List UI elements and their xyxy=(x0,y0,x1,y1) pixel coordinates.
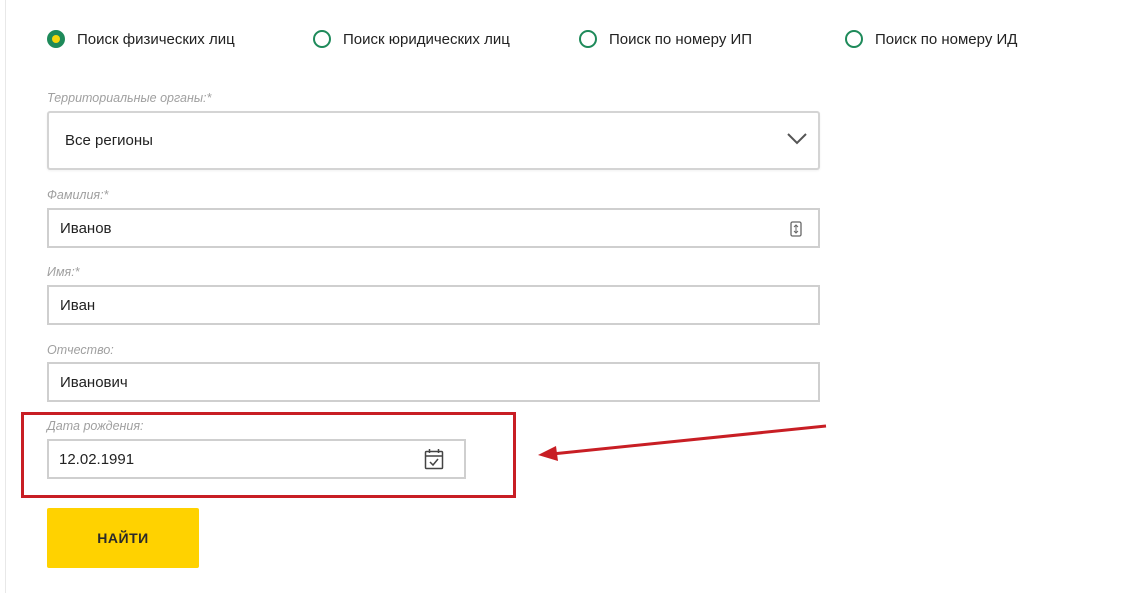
patronymic-value: Иванович xyxy=(60,373,128,391)
divider xyxy=(5,0,6,593)
radio-search-legal-entities[interactable]: Поиск юридических лиц xyxy=(313,28,510,50)
radio-label: Поиск юридических лиц xyxy=(343,30,510,48)
radio-unchecked-icon xyxy=(579,30,597,48)
first-name-value: Иван xyxy=(60,296,96,314)
calendar-icon[interactable] xyxy=(424,448,444,470)
radio-search-ip-number[interactable]: Поиск по номеру ИП xyxy=(579,28,752,50)
radio-search-individuals[interactable]: Поиск физических лиц xyxy=(47,28,235,50)
last-name-field[interactable]: Иванов xyxy=(47,208,820,248)
region-value: Все регионы xyxy=(65,132,153,149)
radio-label: Поиск по номеру ИД xyxy=(875,30,1018,48)
last-name-value: Иванов xyxy=(60,219,112,237)
birth-date-label: Дата рождения: xyxy=(47,419,144,433)
radio-unchecked-icon xyxy=(845,30,863,48)
radio-unchecked-icon xyxy=(313,30,331,48)
chevron-down-icon xyxy=(787,133,807,145)
patronymic-field[interactable]: Иванович xyxy=(47,362,820,402)
birth-date-value: 12.02.1991 xyxy=(59,450,135,468)
radio-label: Поиск по номеру ИП xyxy=(609,30,753,48)
patronymic-label: Отчество: xyxy=(47,343,114,357)
radio-search-id-number[interactable]: Поиск по номеру ИД xyxy=(845,28,1017,50)
keyboard-icon[interactable] xyxy=(790,221,802,237)
radio-checked-icon xyxy=(47,30,65,48)
first-name-label: Имя:* xyxy=(47,265,80,279)
region-label: Территориальные органы:* xyxy=(47,91,212,105)
birth-date-field[interactable]: 12.02.1991 xyxy=(47,439,466,479)
last-name-label: Фамилия:* xyxy=(47,188,109,202)
arrow-annotation xyxy=(538,424,827,461)
radio-label: Поиск физических лиц xyxy=(77,30,235,48)
search-button[interactable]: НАЙТИ xyxy=(47,508,199,568)
region-select[interactable]: Все регионы xyxy=(47,111,820,170)
search-form-page: Поиск физических лиц Поиск юридических л… xyxy=(0,0,1122,593)
first-name-field[interactable]: Иван xyxy=(47,285,820,325)
